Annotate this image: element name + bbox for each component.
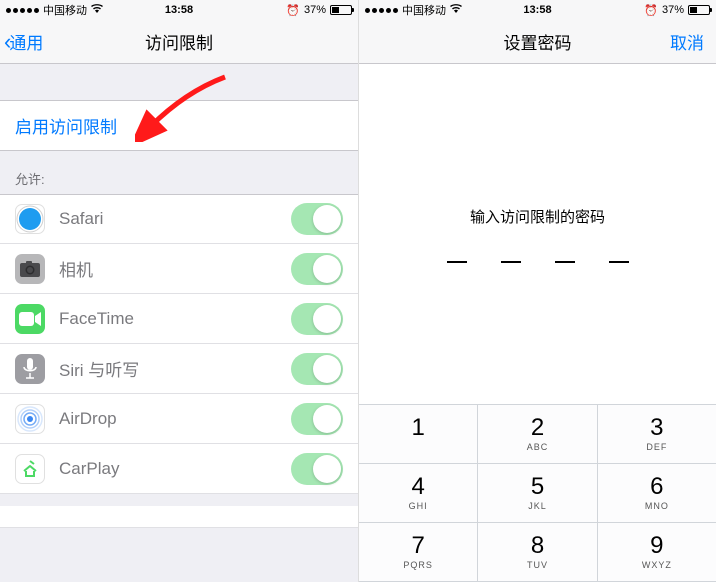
passcode-slots bbox=[447, 261, 629, 263]
siri-icon bbox=[15, 354, 45, 384]
allow-section-header: 允许: bbox=[0, 151, 358, 194]
row-label: FaceTime bbox=[59, 309, 277, 329]
battery-pct: 37% bbox=[662, 4, 684, 16]
keypad-key-4[interactable]: 4 GHI bbox=[359, 464, 477, 522]
toggle-switch[interactable] bbox=[291, 403, 343, 435]
key-number: 5 bbox=[531, 475, 544, 499]
status-bar: 中国移动 13:58 ⏰ 37% bbox=[0, 0, 358, 20]
key-letters: ABC bbox=[527, 442, 549, 452]
list-item: 相机 bbox=[0, 244, 358, 294]
enable-restrictions-cell[interactable]: 启用访问限制 bbox=[0, 100, 358, 151]
row-label: 相机 bbox=[59, 256, 277, 281]
key-letters: TUV bbox=[527, 560, 548, 570]
page-title: 访问限制 bbox=[145, 29, 213, 54]
toggle-switch[interactable] bbox=[291, 253, 343, 285]
key-number: 1 bbox=[411, 416, 424, 440]
toggle-switch[interactable] bbox=[291, 453, 343, 485]
page-title: 设置密码 bbox=[504, 29, 572, 54]
back-label: 通用 bbox=[9, 29, 43, 54]
toggle-switch[interactable] bbox=[291, 353, 343, 385]
passcode-slot bbox=[447, 261, 467, 263]
key-letters: GHI bbox=[409, 501, 428, 511]
passcode-slot bbox=[609, 261, 629, 263]
carplay-icon bbox=[15, 454, 45, 484]
nav-bar: 设置密码 取消 bbox=[359, 20, 716, 64]
keypad-key-1[interactable]: 1 bbox=[359, 405, 477, 463]
keypad-key-7[interactable]: 7 PQRS bbox=[359, 523, 477, 581]
toggle-switch[interactable] bbox=[291, 203, 343, 235]
toggle-switch[interactable] bbox=[291, 303, 343, 335]
key-number: 2 bbox=[531, 416, 544, 440]
key-number: 6 bbox=[650, 475, 663, 499]
passcode-slot bbox=[555, 261, 575, 263]
row-label: AirDrop bbox=[59, 409, 277, 429]
key-number: 4 bbox=[411, 475, 424, 499]
key-number: 3 bbox=[650, 416, 663, 440]
row-label: Siri 与听写 bbox=[59, 356, 277, 381]
key-letters: MNO bbox=[645, 501, 669, 511]
row-label: Safari bbox=[59, 209, 277, 229]
key-letters: JKL bbox=[528, 501, 547, 511]
keypad-key-8[interactable]: 8 TUV bbox=[478, 523, 596, 581]
status-time: 13:58 bbox=[165, 4, 193, 16]
key-number: 8 bbox=[531, 534, 544, 558]
phone-passcode: 中国移动 13:58 ⏰ 37% 设置密码 取消 输入访问限制的密码 bbox=[358, 0, 716, 582]
settings-content: 启用访问限制 允许: Safari 相机 FaceTime Siri 与听写 AirDr… bbox=[0, 64, 358, 582]
status-bar: 中国移动 13:58 ⏰ 37% bbox=[359, 0, 716, 20]
cancel-button[interactable]: 取消 bbox=[670, 29, 704, 54]
list-item bbox=[0, 506, 358, 528]
key-letters: DEF bbox=[646, 442, 667, 452]
row-label: CarPlay bbox=[59, 459, 277, 479]
passcode-prompt: 输入访问限制的密码 bbox=[470, 206, 605, 227]
safari-icon bbox=[15, 204, 45, 234]
passcode-slot bbox=[501, 261, 521, 263]
key-letters: WXYZ bbox=[642, 560, 672, 570]
battery-pct: 37% bbox=[304, 4, 326, 16]
wifi-icon bbox=[91, 4, 103, 17]
keypad-key-2[interactable]: 2 ABC bbox=[478, 405, 596, 463]
enable-restrictions-label: 启用访问限制 bbox=[15, 118, 117, 137]
status-time: 13:58 bbox=[523, 4, 551, 16]
airdrop-icon bbox=[15, 404, 45, 434]
list-item: AirDrop bbox=[0, 394, 358, 444]
list-item: FaceTime bbox=[0, 294, 358, 344]
back-button[interactable]: ‹ 通用 bbox=[0, 29, 43, 54]
key-letters: PQRS bbox=[403, 560, 433, 570]
keypad-key-5[interactable]: 5 JKL bbox=[478, 464, 596, 522]
carrier-label: 中国移动 bbox=[43, 2, 87, 18]
passcode-area: 输入访问限制的密码 bbox=[359, 64, 716, 404]
list-item: Siri 与听写 bbox=[0, 344, 358, 394]
carrier-label: 中国移动 bbox=[402, 2, 446, 18]
phone-restrictions: 中国移动 13:58 ⏰ 37% ‹ 通用 访问限制 启用访问限制 bbox=[0, 0, 358, 582]
numeric-keypad: 1 2 ABC 3 DEF 4 GHI 5 JKL 6 MNO 7 PQRS 8 TUV 9 WXYZ bbox=[359, 404, 716, 582]
keypad-key-6[interactable]: 6 MNO bbox=[598, 464, 716, 522]
key-number: 7 bbox=[411, 534, 424, 558]
keypad-key-9[interactable]: 9 WXYZ bbox=[598, 523, 716, 581]
signal-dots-icon bbox=[6, 8, 39, 13]
camera-icon bbox=[15, 254, 45, 284]
battery-icon bbox=[330, 5, 352, 15]
facetime-icon bbox=[15, 304, 45, 334]
alarm-icon: ⏰ bbox=[286, 4, 300, 17]
wifi-icon bbox=[450, 4, 462, 17]
keypad-key-3[interactable]: 3 DEF bbox=[598, 405, 716, 463]
battery-icon bbox=[688, 5, 710, 15]
list-item: CarPlay bbox=[0, 444, 358, 494]
alarm-icon: ⏰ bbox=[644, 4, 658, 17]
signal-dots-icon bbox=[365, 8, 398, 13]
key-number: 9 bbox=[650, 534, 663, 558]
list-item: Safari bbox=[0, 194, 358, 244]
nav-bar: ‹ 通用 访问限制 bbox=[0, 20, 358, 64]
